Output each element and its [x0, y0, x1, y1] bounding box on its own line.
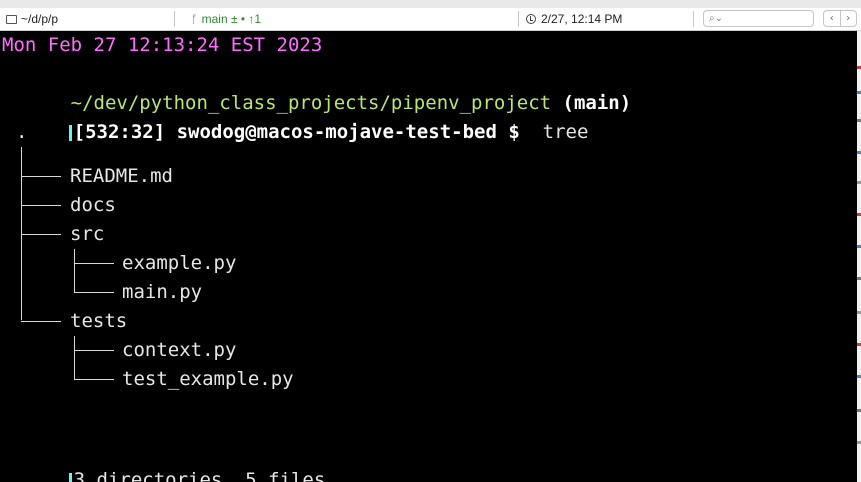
tree-branch — [74, 292, 114, 293]
scroll-mark — [857, 375, 861, 378]
status-divider — [693, 11, 694, 27]
cwd-line: ~/dev/python_class_projects/pipenv_proje… — [2, 60, 632, 114]
scroll-mark — [857, 119, 861, 122]
prompt-line: [532:32] swodog@macos-mojave-test-bed $ … — [0, 89, 588, 143]
tree-file: main.py — [122, 281, 203, 303]
summary-text: 3 directories, 5 files — [73, 469, 326, 482]
tree-branch — [21, 234, 61, 235]
path-segment[interactable]: ~/d/p/p — [6, 10, 58, 28]
folder-icon — [6, 14, 17, 24]
terminal-output[interactable]: Mon Feb 27 12:13:24 EST 2023 ~/dev/pytho… — [0, 31, 857, 482]
tree-trunk — [74, 249, 75, 292]
scroll-mark — [857, 151, 861, 154]
tree-branch — [74, 350, 114, 351]
scroll-mark — [857, 311, 861, 314]
chevron-right-icon[interactable]: › — [839, 11, 857, 26]
tree-branch — [21, 176, 61, 177]
nav-buttons: ‹ › — [823, 10, 857, 27]
prompt-marker — [68, 124, 72, 141]
tree-branch — [74, 379, 114, 380]
date-line: Mon Feb 27 12:13:24 EST 2023 — [2, 34, 323, 56]
git-segment[interactable]: ᚵ main ± • ↑1 — [191, 10, 261, 28]
scroll-mark — [857, 277, 861, 280]
scrollbar[interactable] — [857, 31, 861, 482]
tree-branch — [21, 205, 61, 206]
prompt: [532:32] swodog@macos-mojave-test-bed $ — [73, 121, 520, 143]
tree-dir: src — [70, 223, 105, 245]
terminal-window: ~/d/p/p ᚵ main ± • ↑1 2/27, 12:14 PM ⌕⌄ … — [0, 0, 861, 482]
tree-file: example.py — [122, 252, 237, 274]
status-bar-top-strip — [0, 0, 861, 8]
scroll-mark — [857, 181, 861, 184]
scroll-mark — [857, 343, 861, 346]
search-field[interactable]: ⌕⌄ — [703, 10, 814, 27]
scroll-mark — [857, 245, 861, 248]
path-label: ~/d/p/p — [21, 12, 59, 26]
tree-file: context.py — [122, 339, 237, 361]
scroll-mark — [857, 91, 861, 94]
tree-file: README.md — [70, 165, 173, 187]
status-divider — [174, 11, 175, 27]
tree-dir: tests — [70, 310, 128, 332]
clock-label: 2/27, 12:14 PM — [541, 12, 623, 26]
clock-segment: 2/27, 12:14 PM — [526, 10, 622, 28]
status-bar: ~/d/p/p ᚵ main ± • ↑1 2/27, 12:14 PM ⌕⌄ … — [0, 0, 861, 31]
search-icon: ⌕⌄ — [709, 13, 723, 24]
tree-branch — [74, 263, 114, 264]
search-input[interactable] — [722, 12, 806, 25]
tree-file: test_example.py — [122, 368, 294, 390]
clock-icon — [526, 14, 536, 24]
tree-trunk — [74, 336, 75, 379]
scroll-mark — [857, 441, 861, 444]
branch-icon: ᚵ — [191, 12, 198, 26]
tree-root: . — [16, 121, 28, 143]
tree-dir: docs — [70, 194, 116, 216]
scroll-mark — [857, 66, 861, 69]
tree-branch — [21, 321, 61, 322]
git-status-label: main ± • ↑1 — [201, 12, 262, 26]
chevron-left-icon[interactable]: ‹ — [824, 11, 840, 26]
scroll-mark — [857, 213, 861, 216]
command: tree — [542, 121, 589, 143]
scroll-mark — [857, 409, 861, 412]
prompt-marker — [68, 472, 72, 482]
status-divider — [518, 11, 519, 27]
summary-line: 3 directories, 5 files — [0, 437, 325, 482]
